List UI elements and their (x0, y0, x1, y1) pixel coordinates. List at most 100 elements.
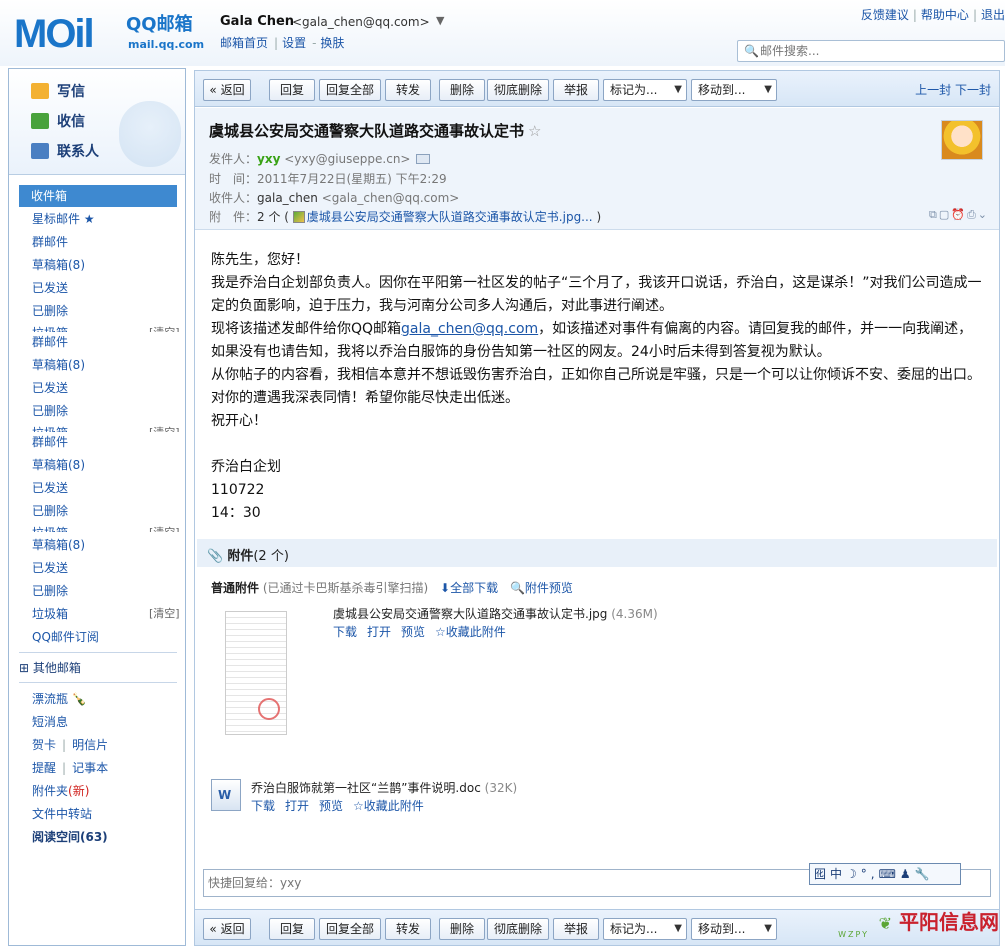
sidebar-item-group-mail[interactable]: 群邮件 (32, 333, 68, 351)
open-link[interactable]: 打开 (285, 799, 309, 813)
delete-forever-button[interactable]: 彻底删除 (487, 79, 549, 101)
download-link[interactable]: 下载 (333, 625, 357, 639)
back-button[interactable]: « 返回 (203, 918, 251, 940)
sidebar-item-deleted[interactable]: 已删除 (32, 402, 68, 420)
prev-mail-link[interactable]: 上一封 (915, 83, 951, 97)
clear-trash-link[interactable]: [清空] (149, 424, 180, 432)
more-chevron-icon[interactable]: ⌄ (978, 208, 989, 221)
mark-as-select[interactable]: 标记为... ▼ (603, 918, 687, 940)
link-skin[interactable]: 换肤 (320, 36, 344, 50)
contact-card-icon[interactable] (416, 154, 431, 164)
reply-button[interactable]: 回复 (269, 79, 315, 101)
search-input[interactable] (760, 43, 1000, 59)
link-feedback[interactable]: 反馈建议 (861, 8, 909, 22)
report-button[interactable]: 举报 (553, 918, 599, 940)
receive-button[interactable]: 收信 (31, 111, 85, 133)
open-link[interactable]: 打开 (367, 625, 391, 639)
back-button[interactable]: « 返回 (203, 79, 251, 101)
inline-attachment-link[interactable]: 虞城县公安局交通警察大队道路交通事故认定书.jpg... (307, 210, 593, 224)
print-icon[interactable]: ⎙ (967, 208, 978, 221)
word-document-icon[interactable]: W (211, 779, 241, 811)
link-reminder[interactable]: 提醒 (32, 761, 56, 775)
link-help[interactable]: 帮助中心 (921, 8, 969, 22)
email-link[interactable]: gala_chen@qq.com (401, 321, 538, 337)
reply-button[interactable]: 回复 (269, 918, 315, 940)
reminder-icon[interactable]: ⏰ (951, 208, 967, 221)
sidebar-item-drafts[interactable]: 草稿箱(8) (32, 256, 85, 274)
sidebar-item-trash[interactable]: 垃圾箱 (32, 324, 68, 332)
sidebar-item-drafts[interactable]: 草稿箱(8) (32, 536, 85, 554)
delete-button[interactable]: 删除 (439, 79, 485, 101)
reply-all-button[interactable]: 回复全部 (319, 79, 381, 101)
attachments-toolbar: 普通附件 (已通过卡巴斯基杀毒引擎扫描) ⬇全部下载 🔍附件预览 (211, 581, 573, 595)
new-window-icon[interactable]: ⧉ (929, 208, 939, 221)
move-to-select[interactable]: 移动到... ▼ (691, 79, 777, 101)
favorite-attachment-link[interactable]: ☆收藏此附件 (435, 625, 506, 639)
link-settings[interactable]: 设置 (282, 36, 306, 50)
compose-button[interactable]: 写信 (31, 81, 85, 103)
chevron-down-icon: ▼ (674, 923, 682, 934)
preview-link[interactable]: 预览 (319, 799, 343, 813)
sender-email: <yxy@giuseppe.cn> (284, 152, 411, 166)
attachment-thumbnail[interactable] (225, 611, 287, 735)
link-greeting-card[interactable]: 贺卡 (32, 738, 56, 752)
sidebar-item-drift-bottle[interactable]: 漂流瓶 🍾 (32, 690, 87, 708)
reply-all-button[interactable]: 回复全部 (319, 918, 381, 940)
sidebar-item-attachment-folder[interactable]: 附件夹(新) (32, 782, 89, 800)
preview-all-link[interactable]: 🔍附件预览 (510, 581, 573, 595)
sidebar: 写信 收信 联系人 收件箱 星标邮件 ★ 群邮件 草稿箱(8) 已发送 已删除 … (8, 68, 186, 946)
forward-button[interactable]: 转发 (385, 918, 431, 940)
sidebar-item-group-mail[interactable]: 群邮件 (32, 233, 68, 251)
sidebar-item-deleted[interactable]: 已删除 (32, 582, 68, 600)
mark-as-select[interactable]: 标记为... ▼ (603, 79, 687, 101)
sender-avatar[interactable] (941, 120, 983, 160)
clear-trash-link[interactable]: [清空] (149, 524, 180, 532)
sidebar-item-drafts[interactable]: 草稿箱(8) (32, 456, 85, 474)
preview-link[interactable]: 预览 (401, 625, 425, 639)
link-postcard[interactable]: 明信片 (72, 738, 108, 752)
report-button[interactable]: 举报 (553, 79, 599, 101)
download-all-link[interactable]: ⬇全部下载 (440, 581, 498, 595)
account-dropdown-icon[interactable]: ▼ (436, 14, 444, 27)
ime-toolbar[interactable]: 囮中☽°,⌨♟🔧 (809, 863, 961, 885)
contacts-button[interactable]: 联系人 (31, 141, 99, 163)
sidebar-item-deleted[interactable]: 已删除 (32, 502, 68, 520)
sidebar-item-starred[interactable]: 星标邮件 ★ (32, 210, 95, 228)
link-logout[interactable]: 退出 (981, 8, 1005, 22)
sidebar-item-other-mailboxes[interactable]: ⊞ 其他邮箱 (19, 659, 81, 677)
link-notepad[interactable]: 记事本 (72, 761, 108, 775)
sidebar-item-trash[interactable]: 垃圾箱 (32, 605, 68, 623)
forward-button[interactable]: 转发 (385, 79, 431, 101)
download-link[interactable]: 下载 (251, 799, 275, 813)
sidebar-item-trash[interactable]: 垃圾箱 (32, 424, 68, 432)
sidebar-item-drafts[interactable]: 草稿箱(8) (32, 356, 85, 374)
sidebar-item-qq-subscription[interactable]: QQ邮件订阅 (32, 628, 99, 646)
sidebar-item-inbox[interactable]: 收件箱 (19, 185, 177, 207)
delete-forever-button[interactable]: 彻底删除 (487, 918, 549, 940)
sidebar-item-sent[interactable]: 已发送 (32, 279, 68, 297)
clear-trash-link[interactable]: [清空] (149, 605, 180, 621)
move-to-select[interactable]: 移动到... ▼ (691, 918, 777, 940)
sidebar-item-reading-space[interactable]: 阅读空间(63) (32, 828, 108, 846)
sender-name[interactable]: yxy (257, 152, 280, 166)
sidebar-item-sent[interactable]: 已发送 (32, 559, 68, 577)
mail-view: « 返回 回复 回复全部 转发 删除 彻底删除 举报 标记为... ▼ 移动到..… (194, 70, 1000, 946)
sidebar-item-deleted[interactable]: 已删除 (32, 302, 68, 320)
sidebar-item-trash[interactable]: 垃圾箱 (32, 524, 68, 532)
delete-button[interactable]: 删除 (439, 918, 485, 940)
search-icon[interactable]: 🔍 (744, 44, 759, 58)
message-icon[interactable]: ▢ (939, 208, 951, 221)
favorite-attachment-link[interactable]: ☆收藏此附件 (353, 799, 424, 813)
sidebar-item-group-mail[interactable]: 群邮件 (32, 433, 68, 451)
qq-mail-logo[interactable]: MOil QQ邮箱 mail.qq.com (14, 12, 204, 56)
link-mail-home[interactable]: 邮箱首页 (220, 36, 268, 50)
sidebar-item-short-message[interactable]: 短消息 (32, 713, 68, 731)
quick-reply-input[interactable] (208, 874, 808, 892)
sidebar-item-sent[interactable]: 已发送 (32, 379, 68, 397)
top-header: MOil QQ邮箱 mail.qq.com Gala Chen <gala_ch… (0, 0, 1005, 66)
clear-trash-link[interactable]: [清空] (149, 324, 180, 332)
next-mail-link[interactable]: 下一封 (955, 83, 991, 97)
sidebar-item-sent[interactable]: 已发送 (32, 479, 68, 497)
sidebar-item-file-transfer[interactable]: 文件中转站 (32, 805, 92, 823)
star-icon[interactable]: ☆ (528, 122, 541, 140)
